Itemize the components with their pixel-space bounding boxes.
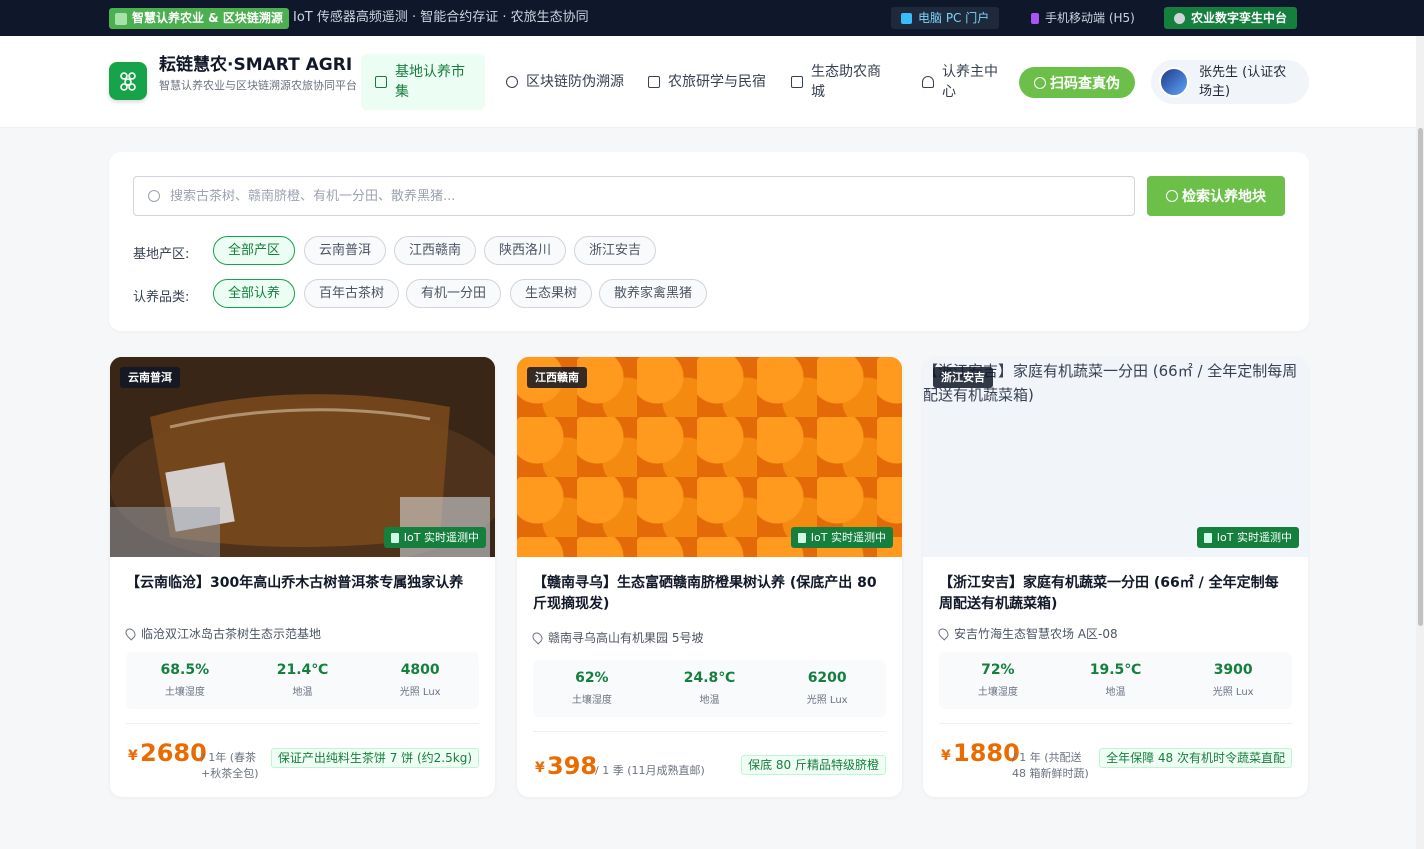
region-chip-zhejiang[interactable]: 浙江安吉 [574, 236, 657, 265]
divider [533, 731, 886, 732]
price-currency: ¥ [535, 760, 545, 776]
guarantee-badge: 保底 80 斤精品特级脐橙 [741, 755, 886, 775]
metric-light: 6200 光照 Lux [806, 670, 848, 706]
laptop-icon [901, 12, 912, 24]
phone-icon [1031, 12, 1039, 24]
guarantee-badge: 全年保障 48 次有机时令蔬菜直配 [1099, 748, 1292, 768]
main-header: 耘链慧农·SMART AGRI 智慧认养农业与区块链溯源农旅协同平台 基地认养市… [0, 36, 1424, 128]
metric-light: 4800 光照 Lux [399, 662, 441, 698]
sensor-icon [1203, 532, 1212, 543]
crop-icon [375, 76, 387, 88]
region-filter-label: 基地产区: [133, 247, 190, 262]
iot-status-badge: IoT 实时遥测中 [790, 527, 893, 548]
card-location: 临沧双江冰岛古茶树生态示范基地 [123, 625, 321, 642]
user-profile-chip[interactable]: 张先生 (认证农场主) [1151, 60, 1309, 104]
user-icon [922, 76, 934, 88]
iot-status-badge: IoT 实时遥测中 [383, 527, 486, 548]
metric-soil-moisture: 68.5% 土壤湿度 [160, 662, 210, 698]
gear-icon [1174, 12, 1185, 24]
iot-metrics: 62% 土壤湿度 24.8℃ 地温 6200 光照 Lux [533, 660, 886, 717]
search-plots-button[interactable]: 检索认养地块 [1147, 176, 1285, 216]
link-icon [506, 76, 518, 88]
divider [939, 723, 1292, 724]
region-tag: 江西赣南 [527, 367, 587, 388]
adoption-card[interactable]: 云南普洱 IoT 实时遥测中 【云南临沧】300年高山乔木古树普洱茶专属独家认养… [110, 357, 495, 797]
metric-soil-temperature: 24.8℃ 地温 [683, 670, 736, 706]
price-currency: ¥ [128, 748, 138, 764]
map-pin-icon [123, 626, 138, 641]
nav-adoption-market[interactable]: 基地认养市集 [361, 54, 485, 110]
metric-soil-moisture: 62% 土壤湿度 [571, 670, 612, 706]
region-chip-all[interactable]: 全部产区 [213, 236, 296, 265]
category-chip-all[interactable]: 全部认养 [213, 279, 296, 308]
card-image-broken[interactable]: 【浙江安吉】家庭有机蔬菜一分田 (66㎡ / 全年定制每周配送有机蔬菜箱) 浙江… [923, 357, 1308, 557]
region-tag: 云南普洱 [120, 367, 180, 388]
metric-soil-temperature: 19.5℃ 地温 [1089, 662, 1142, 698]
sensor-icon [797, 532, 806, 543]
price-value: 1880 [953, 739, 1020, 767]
metric-soil-temperature: 21.4℃ 地温 [276, 662, 329, 698]
iot-status-badge: IoT 实时遥测中 [1196, 527, 1299, 548]
top-bar: 智慧认养农业 & 区块链溯源 IoT 传感器高频遥测 · 智能合约存证 · 农旅… [0, 0, 1424, 36]
nav-eco-mall[interactable]: 生态助农商城 [791, 54, 891, 110]
category-chip-fruit-tree[interactable]: 生态果树 [510, 279, 593, 308]
brand-subtitle: 智慧认养农业与区块链溯源农旅协同平台 [159, 79, 357, 92]
platform-badge: 智慧认养农业 & 区块链溯源 [109, 8, 289, 29]
category-chip-organic-field[interactable]: 有机一分田 [406, 279, 502, 308]
price-unit: / 1 年 (共配送 48 箱新鲜时蔬) [1012, 751, 1089, 780]
scan-verify-button[interactable]: 扫码查真伪 [1019, 67, 1135, 98]
nav-agritourism[interactable]: 农旅研学与民宿 [648, 54, 768, 110]
adoption-card[interactable]: 江西赣南 IoT 实时遥测中 【赣南寻乌】生态富硒赣南脐橙果树认养 (保底产出 … [517, 357, 902, 797]
card-image-tea[interactable]: 云南普洱 IoT 实时遥测中 [110, 357, 495, 557]
card-title[interactable]: 【浙江安吉】家庭有机蔬菜一分田 (66㎡ / 全年定制每周配送有机蔬菜箱) [939, 573, 1291, 615]
region-chip-jiangxi[interactable]: 江西赣南 [394, 236, 477, 265]
card-image-oranges[interactable]: 江西赣南 IoT 实时遥测中 [517, 357, 902, 557]
price-value: 2680 [140, 739, 207, 767]
sensor-icon [390, 532, 399, 543]
category-chip-tea-tree[interactable]: 百年古茶树 [304, 279, 400, 308]
card-location: 赣南寻乌高山有机果园 5号坡 [530, 629, 703, 646]
iot-metrics: 68.5% 土壤湿度 21.4℃ 地温 4800 光照 Lux [126, 652, 479, 709]
region-chip-shaanxi[interactable]: 陕西洛川 [484, 236, 567, 265]
search-icon [1034, 76, 1046, 89]
card-location: 安吉竹海生态智慧农场 A区-08 [936, 625, 1118, 642]
divider [126, 723, 479, 724]
adoption-card[interactable]: 【浙江安吉】家庭有机蔬菜一分田 (66㎡ / 全年定制每周配送有机蔬菜箱) 浙江… [923, 357, 1308, 797]
avatar [1159, 67, 1189, 97]
region-chip-yunnan[interactable]: 云南普洱 [304, 236, 387, 265]
price-unit: / 1年 (春茶+秋茶全包) [201, 751, 259, 780]
nav-blockchain-trace[interactable]: 区块链防伪溯源 [506, 54, 626, 110]
category-filter-label: 认养品类: [133, 290, 190, 305]
price-value: 398 [547, 752, 598, 780]
region-tag: 浙江安吉 [933, 367, 993, 388]
pc-portal-button[interactable]: 电脑 PC 门户 [891, 7, 1000, 29]
price-currency: ¥ [941, 748, 951, 764]
digital-twin-button[interactable]: 农业数字孪生中台 [1164, 7, 1298, 29]
scrollbar-thumb[interactable] [1418, 128, 1423, 626]
search-input[interactable] [170, 188, 1070, 204]
guarantee-badge: 保证产出纯料生茶饼 7 饼 (约2.5kg) [270, 748, 479, 768]
search-filter-panel: 检索认养地块 基地产区: 全部产区 云南普洱 江西赣南 陕西洛川 浙江安吉 认养… [109, 152, 1309, 331]
ticker-text: IoT 传感器高频遥测 · 智能合约存证 · 农旅生态协同 [293, 10, 589, 25]
category-chip-livestock[interactable]: 散养家禽黑猪 [599, 279, 708, 308]
sunrise-icon [648, 76, 660, 88]
map-pin-icon [530, 630, 545, 645]
user-name: 张先生 (认证农场主) [1199, 65, 1287, 99]
metric-soil-moisture: 72% 土壤湿度 [977, 662, 1018, 698]
search-box[interactable] [133, 176, 1135, 216]
price-unit: / 1 季 (11月成熟直邮) [595, 764, 705, 777]
metric-light: 3900 光照 Lux [1212, 662, 1254, 698]
shopping-bag-icon [791, 76, 803, 88]
search-icon [1166, 190, 1178, 202]
nav-adopter-center[interactable]: 认养主中心 [922, 54, 1002, 110]
mobile-portal-button[interactable]: 手机移动端 (H5) [1021, 7, 1145, 29]
brand-title: 耘链慧农·SMART AGRI [159, 55, 353, 75]
leaf-icon [115, 12, 127, 25]
card-title[interactable]: 【云南临沧】300年高山乔木古树普洱茶专属独家认养 [126, 573, 478, 594]
card-title[interactable]: 【赣南寻乌】生态富硒赣南脐橙果树认养 (保底产出 80 斤现摘现发) [533, 573, 885, 615]
logo-icon[interactable] [109, 62, 147, 100]
iot-metrics: 72% 土壤湿度 19.5℃ 地温 3900 光照 Lux [939, 652, 1292, 709]
map-pin-icon [936, 626, 951, 641]
search-icon [148, 190, 160, 202]
